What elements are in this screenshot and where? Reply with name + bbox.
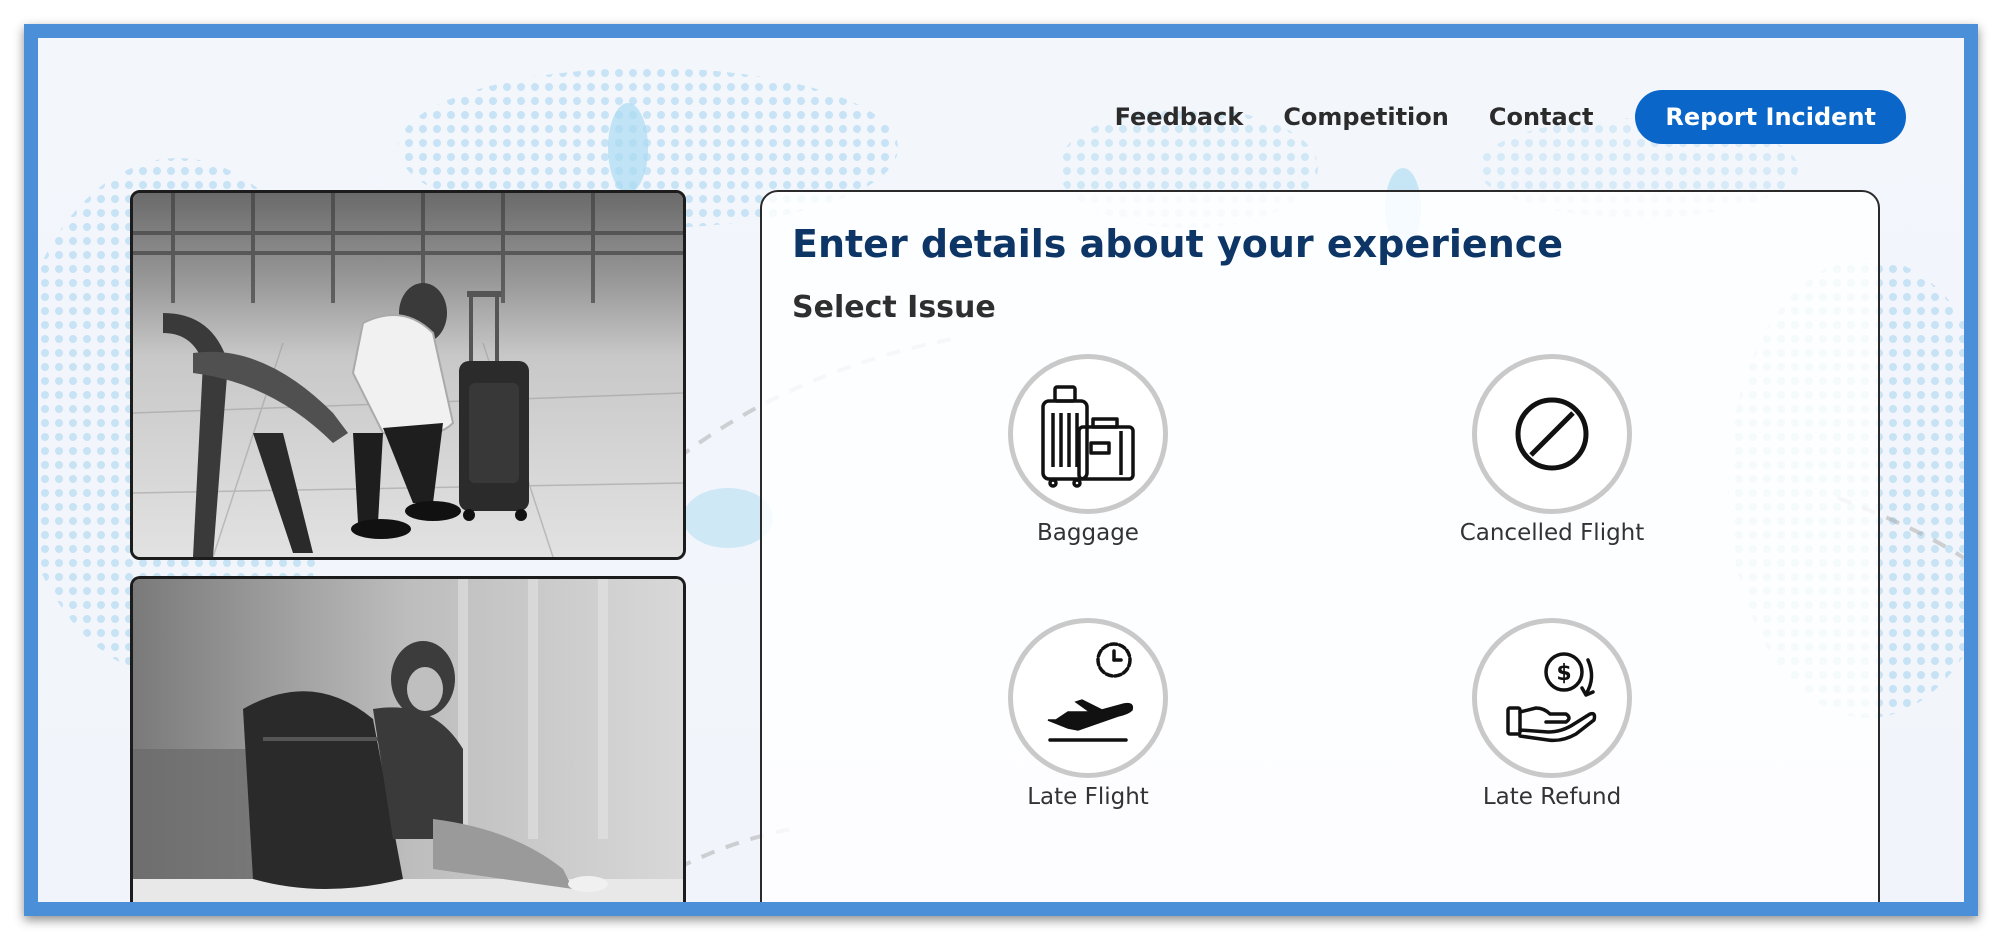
issue-circle: $ <box>1472 618 1632 778</box>
nav-link-competition[interactable]: Competition <box>1283 103 1449 131</box>
issue-circle <box>1472 354 1632 514</box>
nav-link-contact[interactable]: Contact <box>1489 103 1594 131</box>
cancel-icon <box>1515 397 1589 471</box>
issue-label-late-flight: Late Flight <box>1027 784 1149 810</box>
issue-label-baggage: Baggage <box>1037 520 1139 546</box>
svg-text:$: $ <box>1556 661 1571 686</box>
issue-circle <box>1008 354 1168 514</box>
select-issue-heading: Select Issue <box>792 290 996 325</box>
photo-stranded-traveller <box>130 190 686 560</box>
issue-option-late-flight[interactable]: Late Flight <box>958 618 1218 810</box>
issue-option-late-refund[interactable]: $ Late Refund <box>1422 618 1682 810</box>
issue-label-cancelled-flight: Cancelled Flight <box>1459 520 1645 546</box>
issue-option-cancelled-flight[interactable]: Cancelled Flight <box>1422 354 1682 546</box>
nav-link-feedback[interactable]: Feedback <box>1115 103 1244 131</box>
top-nav: Feedback Competition Contact Report Inci… <box>1115 90 1906 144</box>
issue-option-baggage[interactable]: Baggage <box>958 354 1218 546</box>
refund-icon: $ <box>1506 652 1597 743</box>
luggage-icon <box>1041 385 1135 488</box>
experience-panel: Enter details about your experience Sele… <box>760 190 1880 902</box>
issue-circle <box>1008 618 1168 778</box>
panel-title: Enter details about your experience <box>792 222 1564 266</box>
photo-tired-traveller <box>130 576 686 902</box>
late-flight-icon <box>1047 642 1134 742</box>
report-incident-button[interactable]: Report Incident <box>1635 90 1906 144</box>
app-window: Feedback Competition Contact Report Inci… <box>24 24 1978 916</box>
issue-label-late-refund: Late Refund <box>1482 784 1622 810</box>
